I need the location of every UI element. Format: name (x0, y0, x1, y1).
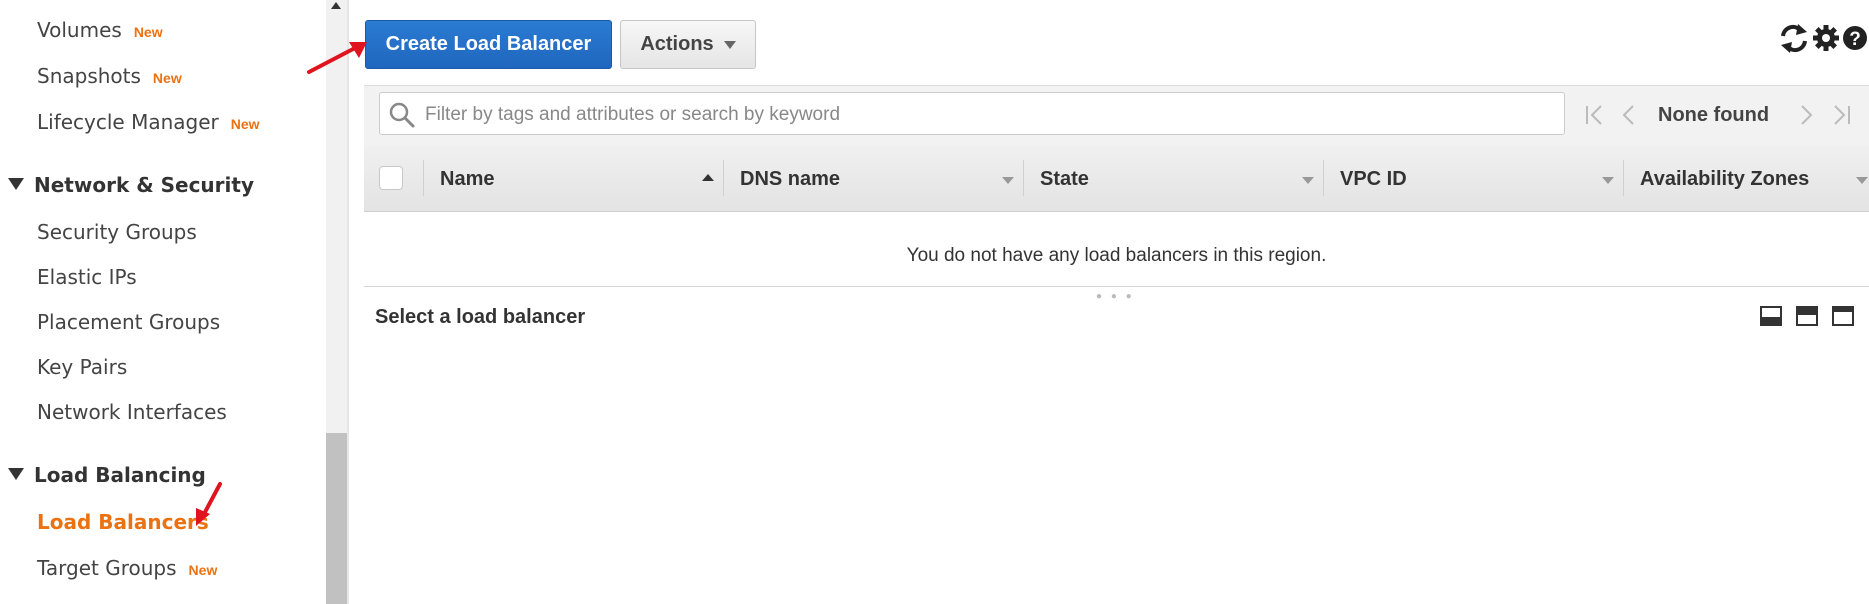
section-load-balancing[interactable]: Load Balancing (8, 463, 206, 487)
sidebar-item-target-groups[interactable]: Target Groups New (37, 556, 217, 580)
pagination-status: None found (1658, 104, 1770, 126)
column-separator[interactable] (1023, 160, 1024, 196)
column-header-dns-name[interactable]: DNS name (740, 168, 840, 191)
search-icon (389, 102, 415, 128)
sidebar-item-label: Network Interfaces (37, 400, 227, 424)
expand-triangle-icon (8, 468, 24, 480)
expand-triangle-icon (8, 178, 24, 190)
section-label: Load Balancing (34, 463, 206, 487)
section-network-security[interactable]: Network & Security (8, 173, 254, 197)
sidebar-item-volumes[interactable]: Volumes New (37, 18, 163, 42)
svg-text:?: ? (1849, 29, 1861, 50)
create-load-balancer-button[interactable]: Create Load Balancer (365, 20, 612, 69)
sidebar-item-label: Security Groups (37, 220, 197, 244)
first-page-icon[interactable] (1584, 103, 1606, 127)
column-separator[interactable] (1623, 160, 1624, 196)
sidebar-item-label: Elastic IPs (37, 265, 137, 289)
sidebar-item-placement-groups[interactable]: Placement Groups (37, 310, 220, 334)
new-badge: New (188, 562, 218, 578)
column-header-name[interactable]: Name (440, 168, 494, 191)
split-pane-divider[interactable] (364, 286, 1869, 287)
sidebar-item-label: Snapshots (37, 64, 141, 88)
details-pane-title: Select a load balancer (375, 306, 586, 328)
sort-ascending-icon[interactable] (702, 174, 714, 181)
actions-label: Actions (640, 33, 714, 55)
new-badge: New (230, 116, 260, 132)
select-all-checkbox[interactable] (379, 166, 403, 190)
gear-icon[interactable] (1813, 25, 1839, 51)
sidebar-item-label: Target Groups (37, 556, 177, 580)
column-header-vpc-id[interactable]: VPC ID (1340, 168, 1407, 191)
sidebar-item-elastic-ips[interactable]: Elastic IPs (37, 265, 137, 289)
column-header-state[interactable]: State (1040, 168, 1089, 191)
scrollbar-thumb[interactable] (326, 433, 347, 604)
help-icon[interactable]: ? (1843, 26, 1867, 50)
search-input[interactable] (423, 93, 1557, 136)
actions-button[interactable]: Actions (620, 20, 756, 69)
sidebar-item-key-pairs[interactable]: Key Pairs (37, 355, 127, 379)
drag-handle-icon[interactable]: ● ● ● (1096, 291, 1135, 302)
refresh-icon[interactable] (1781, 24, 1807, 53)
sort-caret-icon[interactable] (1302, 177, 1314, 184)
chevron-down-icon (723, 40, 736, 49)
column-separator (423, 160, 424, 196)
sidebar-item-security-groups[interactable]: Security Groups (37, 220, 197, 244)
toolbar-icons: ? (1778, 22, 1868, 54)
sidebar-item-load-balancers[interactable]: Load Balancers (37, 510, 209, 534)
layout-bottom-pane-icon[interactable] (1760, 306, 1782, 326)
new-badge: New (133, 24, 163, 40)
column-header-availability-zones[interactable]: Availability Zones (1640, 168, 1809, 191)
column-separator[interactable] (1323, 160, 1324, 196)
sidebar: Volumes New Snapshots New Lifecycle Manage… (0, 0, 326, 604)
column-separator[interactable] (723, 160, 724, 196)
last-page-icon[interactable] (1830, 103, 1852, 127)
previous-page-icon[interactable] (1620, 103, 1638, 127)
new-badge: New (152, 70, 182, 86)
search-box[interactable] (379, 92, 1565, 136)
sidebar-item-label: Key Pairs (37, 355, 128, 379)
sidebar-scrollbar[interactable] (326, 0, 347, 604)
sidebar-item-label: Volumes (37, 18, 122, 42)
sidebar-item-label: Lifecycle Manager (37, 110, 219, 134)
layout-split-pane-icon[interactable] (1796, 306, 1818, 326)
layout-top-pane-icon[interactable] (1832, 306, 1854, 326)
sidebar-item-label: Placement Groups (37, 310, 221, 334)
section-label: Network & Security (34, 173, 254, 197)
sort-caret-icon[interactable] (1856, 177, 1868, 184)
sidebar-item-snapshots[interactable]: Snapshots New (37, 64, 182, 88)
sort-caret-icon[interactable] (1602, 177, 1614, 184)
next-page-icon[interactable] (1797, 103, 1815, 127)
empty-table-message: You do not have any load balancers in th… (906, 245, 1327, 266)
sidebar-item-lifecycle-manager[interactable]: Lifecycle Manager New (37, 110, 260, 134)
scroll-up-arrow-icon[interactable] (331, 2, 341, 9)
sidebar-item-network-interfaces[interactable]: Network Interfaces (37, 400, 227, 424)
sort-caret-icon[interactable] (1002, 177, 1014, 184)
sidebar-item-label: Load Balancers (37, 510, 209, 534)
sidebar-divider (347, 0, 349, 604)
